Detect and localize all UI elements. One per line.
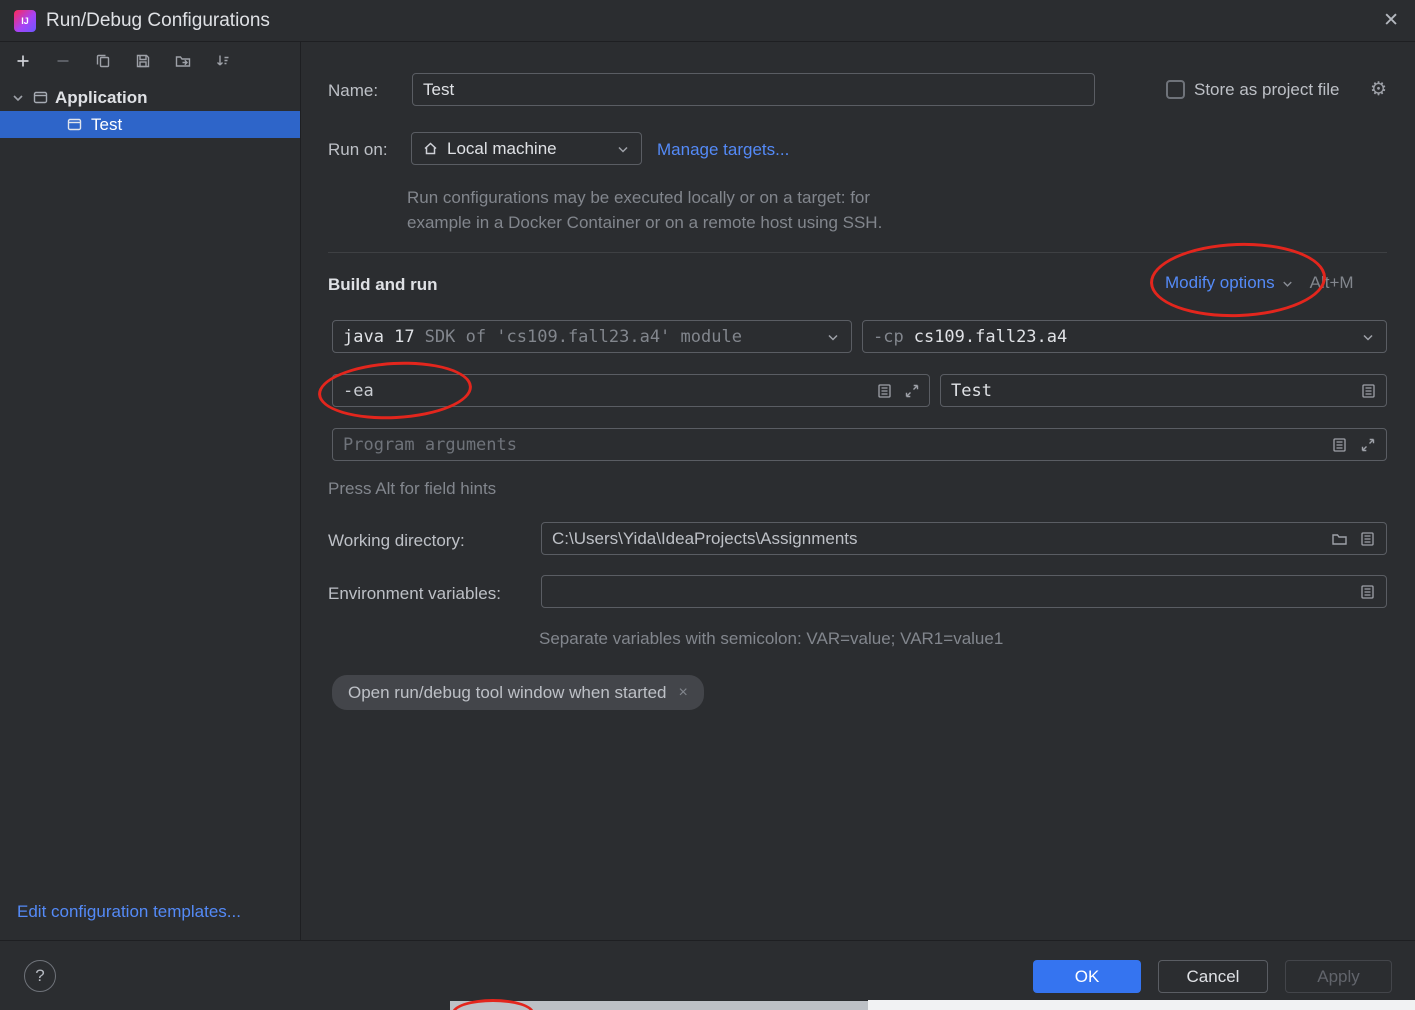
add-configuration-button[interactable] [14,52,32,70]
copy-icon [96,54,110,68]
run-on-hint-line2: example in a Docker Container or on a re… [407,213,883,232]
intellij-logo-icon: IJ [14,9,36,32]
jre-primary-text: java 17 [343,326,415,347]
environment-variables-input[interactable] [542,576,1386,607]
save-configuration-button[interactable] [134,52,152,70]
run-on-value: Local machine [447,138,557,158]
manage-targets-link[interactable]: Manage targets... [657,140,789,160]
run-on-dropdown[interactable]: Local machine [411,132,642,165]
environment-variables-field [541,575,1387,608]
environment-variables-hint: Separate variables with semicolon: VAR=v… [539,629,1004,648]
build-and-run-heading: Build and run [328,275,438,294]
open-editor-icon[interactable] [876,382,893,399]
open-editor-icon[interactable] [1360,382,1377,399]
jre-secondary-text: SDK of 'cs109.fall23.a4' module [424,326,742,347]
edit-configuration-templates-link[interactable]: Edit configuration templates... [17,902,241,922]
application-icon [32,89,49,106]
chevron-down-icon [1280,276,1295,291]
ok-button[interactable]: OK [1033,960,1141,993]
window-title: Run/Debug Configurations [46,9,270,31]
chip-close-icon[interactable]: × [678,684,687,701]
classpath-module-dropdown[interactable]: -cp cs109.fall23.a4 [862,320,1387,353]
apply-button[interactable]: Apply [1285,960,1392,993]
vm-options-input[interactable] [333,375,929,406]
tree-item-label: Test [91,114,123,134]
tree-item-test[interactable]: Test [0,111,300,138]
sidebar-toolbar [0,42,300,80]
sort-alphabetically-icon [217,55,229,66]
move-into-folder-icon [175,56,191,67]
modify-options-link[interactable]: Modify options [1165,273,1275,293]
program-arguments-field [332,428,1387,461]
name-label: Name: [328,81,379,100]
background-window-strip [450,1001,870,1010]
jre-dropdown[interactable]: java 17 SDK of 'cs109.fall23.a4' module [332,320,852,353]
title-bar: IJ Run/Debug Configurations ✕ [0,0,1415,42]
logo-text: IJ [21,15,29,26]
section-separator [328,252,1387,253]
help-icon: ? [35,966,45,985]
classpath-prefix-text: -cp [873,326,904,347]
sort-configurations-button[interactable] [214,52,232,70]
store-as-project-file-label: Store as project file [1194,79,1340,99]
cancel-button[interactable]: Cancel [1158,960,1268,993]
run-on-label: Run on: [328,140,388,159]
home-icon [422,140,439,157]
run-on-hint-line1: Run configurations may be executed local… [407,188,871,207]
remove-configuration-button[interactable] [54,52,72,70]
working-directory-input[interactable] [542,523,1386,554]
remove-icon [57,60,69,62]
modify-options-shortcut: Alt+M [1309,273,1354,292]
chevron-down-icon [1360,329,1376,345]
open-editor-icon[interactable] [1359,583,1376,600]
browse-folder-icon[interactable] [1331,530,1348,547]
save-icon [136,54,150,68]
store-as-project-file-row: Store as project file ⚙ [1166,73,1387,106]
name-field [412,73,1095,106]
modify-options-row: Modify options Alt+M [1165,273,1354,293]
chevron-down-icon[interactable] [10,90,26,106]
store-as-project-file-checkbox[interactable] [1166,80,1185,99]
environment-variables-label: Environment variables: [328,584,501,603]
program-arguments-input[interactable] [333,429,1386,460]
run-debug-configurations-dialog: IJ Run/Debug Configurations ✕ Applicatio… [0,0,1415,1010]
copy-configuration-button[interactable] [94,52,112,70]
name-input[interactable] [413,74,1094,105]
open-run-tool-window-chip: Open run/debug tool window when started … [332,675,704,710]
close-icon[interactable]: ✕ [1383,11,1399,30]
help-button[interactable]: ? [24,960,56,992]
chevron-down-icon [615,141,631,157]
main-class-field [940,374,1387,407]
configuration-tree: Application Test [0,84,300,138]
sidebar: Application Test Edit configuration temp… [0,42,301,940]
classpath-value-text: cs109.fall23.a4 [913,326,1068,347]
vm-options-field [332,374,930,407]
expand-field-icon[interactable] [1360,437,1376,453]
expand-field-icon[interactable] [904,383,920,399]
add-icon [17,55,29,67]
gear-icon[interactable]: ⚙ [1370,80,1387,99]
main-class-input[interactable] [941,375,1386,406]
alt-field-hints-text: Press Alt for field hints [328,479,497,498]
open-editor-icon[interactable] [1359,530,1376,547]
move-into-group-button[interactable] [174,52,192,70]
chevron-down-icon [825,329,841,345]
open-editor-icon[interactable] [1331,436,1348,453]
chip-label: Open run/debug tool window when started [348,682,667,702]
working-directory-field [541,522,1387,555]
application-icon [66,116,83,133]
tree-group-application[interactable]: Application [0,84,300,111]
main-panel: Name: Store as project file ⚙ Run on: Lo… [302,42,1415,940]
background-window-strip [868,1000,1415,1010]
working-directory-label: Working directory: [328,531,465,550]
tree-group-label: Application [55,87,148,107]
